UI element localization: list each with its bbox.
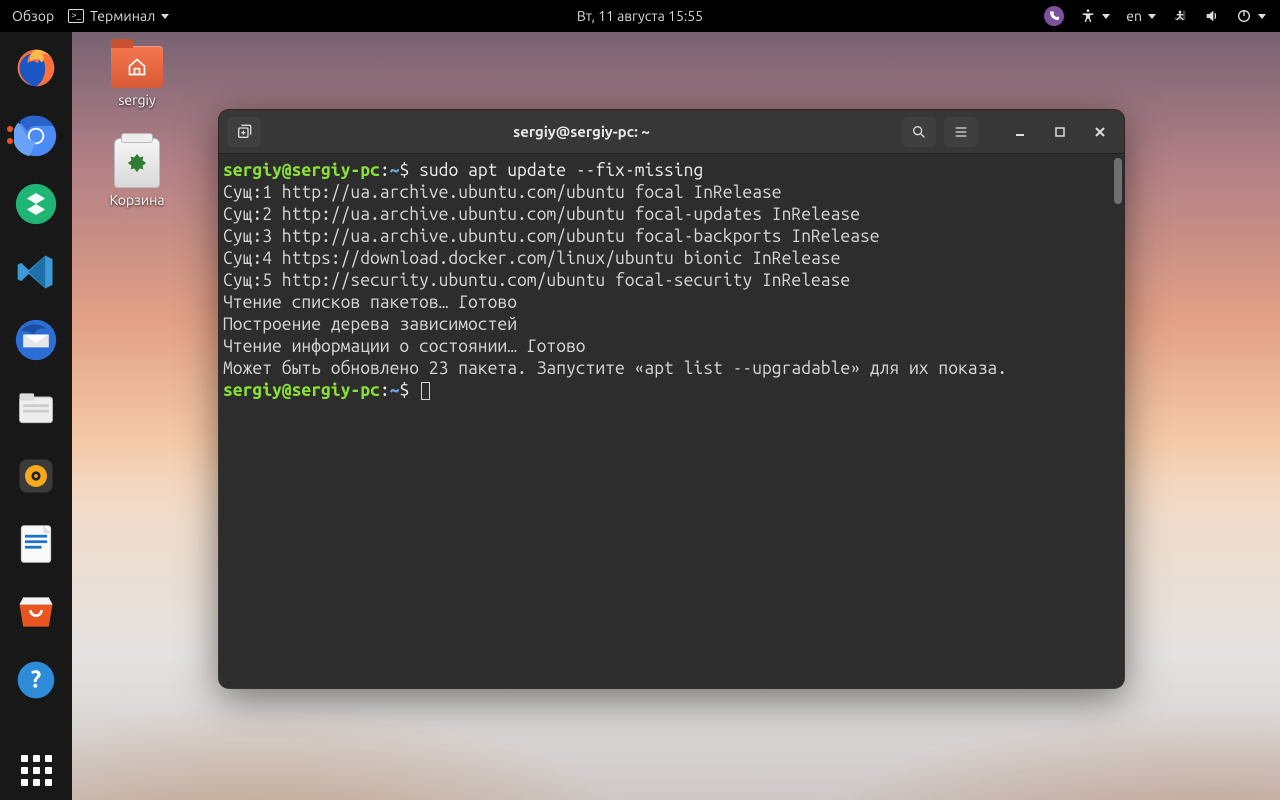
chevron-down-icon (1102, 14, 1110, 19)
hamburger-menu-button[interactable] (944, 117, 978, 147)
dock-rhythmbox[interactable] (10, 450, 62, 502)
dock-firefox[interactable] (10, 42, 62, 94)
trash-icon (114, 138, 160, 188)
command-text: sudo apt update --fix-missing (419, 161, 703, 180)
prompt-dollar: $ (399, 161, 409, 180)
prompt-user-host: sergiy@sergiy-pc (223, 381, 380, 400)
dock-remote-desktop[interactable] (10, 178, 62, 230)
desktop-icon-label: Корзина (92, 192, 182, 208)
dock-libreoffice-writer[interactable] (10, 518, 62, 570)
terminal-scrollbar[interactable] (1114, 158, 1122, 684)
output-line: Чтение списков пакетов… Готово (223, 293, 517, 312)
scrollbar-thumb[interactable] (1114, 158, 1122, 204)
search-button[interactable] (902, 117, 936, 147)
output-line: Сущ:4 https://download.docker.com/linux/… (223, 249, 840, 268)
show-applications-button[interactable] (21, 755, 52, 786)
dock-ubuntu-software[interactable] (10, 586, 62, 638)
window-titlebar[interactable]: sergiy@sergiy-pc: ~ (219, 110, 1124, 154)
desktop-icons: sergiy Корзина (92, 46, 182, 238)
chevron-down-icon (1148, 14, 1156, 19)
window-minimize-button[interactable] (1004, 117, 1036, 147)
folder-icon (111, 46, 163, 88)
clock[interactable]: Вт, 11 августа 15:55 (577, 8, 703, 24)
output-line: Чтение информации о состоянии… Готово (223, 337, 586, 356)
output-line: Построение дерева зависимостей (223, 315, 517, 334)
dock-thunderbird[interactable] (10, 314, 62, 366)
dock-files[interactable] (10, 382, 62, 434)
app-menu[interactable]: Терминал (68, 8, 169, 24)
desktop-icon-label: sergiy (92, 92, 182, 108)
window-maximize-button[interactable] (1044, 117, 1076, 147)
prompt-dollar: $ (399, 381, 409, 400)
accessibility-menu[interactable] (1080, 8, 1110, 24)
output-line: Сущ:5 http://security.ubuntu.com/ubuntu … (223, 271, 850, 290)
output-line: Сущ:3 http://ua.archive.ubuntu.com/ubunt… (223, 227, 880, 246)
desktop-trash[interactable]: Корзина (92, 138, 182, 208)
top-bar: Обзор Терминал Вт, 11 августа 15:55 en (0, 0, 1280, 32)
activities-button[interactable]: Обзор (12, 8, 54, 24)
window-title: sergiy@sergiy-pc: ~ (269, 123, 894, 140)
cursor (421, 382, 430, 400)
dock-chromium[interactable] (10, 110, 62, 162)
chevron-down-icon (161, 14, 169, 19)
app-menu-label: Терминал (90, 8, 155, 24)
output-line: Сущ:1 http://ua.archive.ubuntu.com/ubunt… (223, 183, 782, 202)
dock: ? (0, 32, 72, 800)
network-icon[interactable] (1172, 8, 1188, 24)
new-tab-button[interactable] (227, 117, 261, 147)
input-source-label: en (1126, 8, 1142, 24)
prompt-user-host: sergiy@sergiy-pc (223, 161, 380, 180)
desktop-home-folder[interactable]: sergiy (92, 46, 182, 108)
output-line: Может быть обновлено 23 пакета. Запустит… (223, 359, 1007, 378)
input-source-menu[interactable]: en (1126, 8, 1156, 24)
viber-tray-icon[interactable] (1044, 6, 1064, 26)
terminal-icon (68, 9, 84, 23)
svg-text:?: ? (31, 665, 41, 692)
prompt-colon: : (380, 381, 390, 400)
terminal-body[interactable]: sergiy@sergiy-pc:~$ sudo apt update --fi… (219, 154, 1124, 688)
volume-icon[interactable] (1204, 8, 1220, 24)
prompt-path: ~ (390, 161, 400, 180)
prompt-path: ~ (390, 381, 400, 400)
output-line: Сущ:2 http://ua.archive.ubuntu.com/ubunt… (223, 205, 860, 224)
system-menu[interactable] (1236, 8, 1266, 24)
prompt-colon: : (380, 161, 390, 180)
dock-help[interactable]: ? (10, 654, 62, 706)
dock-vscode[interactable] (10, 246, 62, 298)
terminal-window: sergiy@sergiy-pc: ~ sergiy@sergiy-pc:~$ … (219, 110, 1124, 688)
window-close-button[interactable] (1084, 117, 1116, 147)
chevron-down-icon (1258, 14, 1266, 19)
